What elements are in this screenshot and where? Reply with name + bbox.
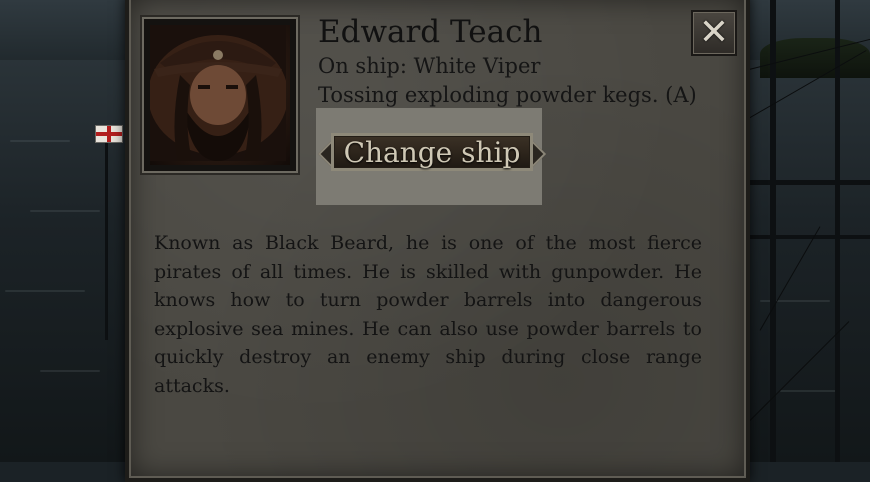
- ship-mast: [770, 0, 776, 462]
- special-ability: Tossing exploding powder kegs. (A): [318, 83, 697, 107]
- ship-yard: [745, 180, 870, 185]
- pirate-portrait-image: [150, 25, 288, 161]
- ship-mast: [105, 140, 108, 340]
- wave: [780, 390, 840, 392]
- wave: [40, 370, 100, 372]
- ship-yard: [745, 235, 870, 239]
- change-ship-label: Change ship: [343, 135, 521, 169]
- close-button[interactable]: ✕: [691, 10, 737, 56]
- wave: [30, 210, 100, 212]
- wave: [5, 290, 85, 292]
- pirate-portrait: [150, 25, 290, 165]
- ship-mast: [835, 0, 840, 462]
- character-name: Edward Teach: [318, 14, 543, 50]
- ship-flag: [95, 125, 123, 143]
- close-icon: ✕: [698, 12, 730, 53]
- wave: [10, 140, 70, 142]
- character-description: Known as Black Beard, he is one of the m…: [154, 232, 702, 397]
- portrait-frame: [140, 15, 300, 175]
- change-ship-button[interactable]: Change ship: [317, 131, 547, 173]
- ship-assignment: On ship: White Viper: [318, 54, 541, 78]
